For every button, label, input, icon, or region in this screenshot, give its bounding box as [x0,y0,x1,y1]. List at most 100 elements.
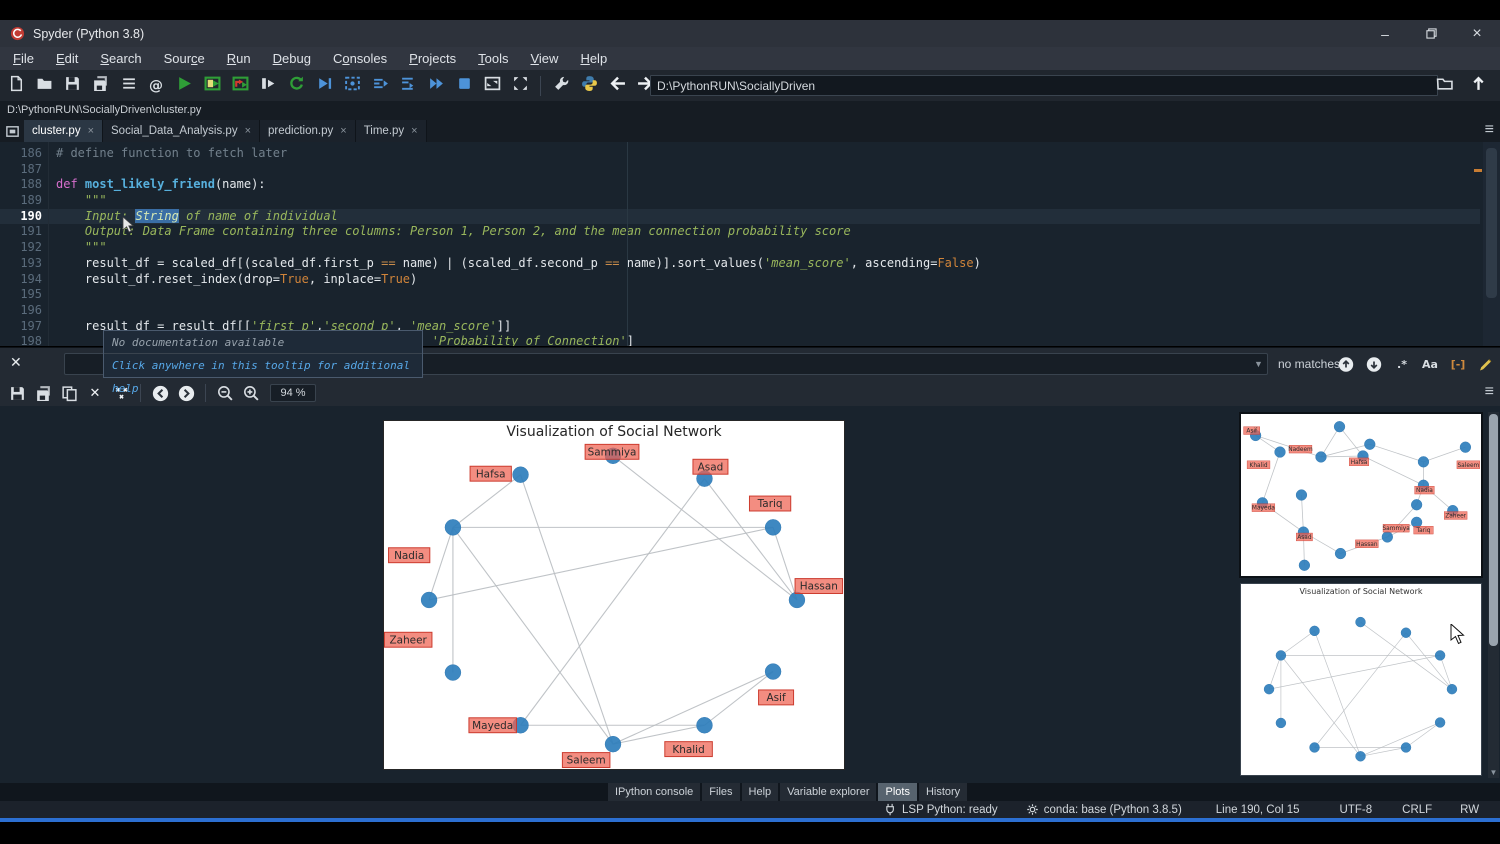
tab-label: Time.py [364,120,404,142]
menu-source[interactable]: Source [153,47,216,70]
menu-view[interactable]: View [519,47,569,70]
close-button[interactable]: × [1454,20,1500,47]
rerun-cell-button[interactable] [284,74,308,98]
python-path-button[interactable] [577,74,601,98]
code-line-190[interactable]: 190 Input: String of name of individual [0,209,1480,225]
browse-tabs-icon[interactable] [0,120,24,142]
new-file-button[interactable] [4,74,28,98]
plots-options-menu-icon[interactable]: ≡ [1485,383,1494,401]
remove-plot-button[interactable]: ✕ [82,383,108,403]
fullscreen-button[interactable] [508,74,532,98]
close-tab-icon[interactable]: × [340,120,346,142]
highlight-matches-button[interactable] [1478,356,1494,372]
code-line-191[interactable]: 191 Output: Data Frame containing three … [0,224,1480,240]
code-line-186[interactable]: 186# define function to fetch later [0,146,1480,162]
editor-tab-Time.py[interactable]: Time.py × [356,120,427,142]
scroll-down-icon[interactable]: ▼ [1488,768,1499,777]
pane-tab-help[interactable]: Help [742,783,779,801]
thumbnails-scrollbar[interactable]: ▼ [1488,412,1499,778]
browse-directory-icon [1436,75,1453,97]
next-plot-button[interactable] [173,383,199,403]
step-over-button[interactable] [368,74,392,98]
column-guide [627,142,628,346]
menu-help[interactable]: Help [569,47,618,70]
save-plot-button[interactable] [4,383,30,403]
find-next-button[interactable] [1366,356,1382,372]
preferences-button[interactable] [549,74,573,98]
save-all-button[interactable] [88,74,112,98]
pane-tab-history[interactable]: History [919,783,967,801]
code-line-192[interactable]: 192 """ [0,240,1480,256]
step-into-button[interactable] [396,74,420,98]
code-line-193[interactable]: 193 result_df = scaled_df[(scaled_df.fir… [0,256,1480,272]
editor-options-menu-icon[interactable]: ≡ [1485,121,1494,139]
zoom-out-button[interactable] [212,383,238,403]
status-bar: LSP Python: readyconda: base (Python 3.8… [0,801,1500,818]
debug-file-button[interactable] [312,74,336,98]
maximize-pane-button[interactable] [480,74,504,98]
menu-run[interactable]: Run [216,47,262,70]
symbol-finder-button[interactable]: @ [144,74,168,98]
code-editor[interactable]: 186# define function to fetch later18718… [0,142,1500,346]
plot-zoom-input[interactable] [270,384,316,402]
pane-tab-variable-explorer[interactable]: Variable explorer [780,783,876,801]
line-text: Input: String of name of individual [56,209,338,225]
working-directory-input[interactable] [650,75,1438,96]
pane-tab-ipython-console[interactable]: IPython console [608,783,700,801]
menu-tools[interactable]: Tools [467,47,519,70]
close-find-icon[interactable]: ✕ [10,355,22,371]
minimize-button[interactable]: – [1362,20,1408,47]
code-line-187[interactable]: 187 [0,162,1480,178]
menu-edit[interactable]: Edit [45,47,89,70]
restore-button[interactable] [1408,20,1454,47]
case-sensitive-button[interactable]: Aa [1422,356,1438,372]
editor-tab-prediction.py[interactable]: prediction.py× [260,120,356,142]
plot-thumbnail-1[interactable]: AsifNadeemKhalidHafsaSaleemNadiaMayedaZa… [1239,412,1483,578]
back-button[interactable] [605,74,629,98]
close-tab-icon[interactable]: × [88,120,94,142]
find-previous-button[interactable] [1338,356,1354,372]
zoom-in-button[interactable] [238,383,264,403]
browse-directory-button[interactable] [1432,74,1456,98]
run-selection-button[interactable] [256,74,280,98]
run-cell-button[interactable] [200,74,224,98]
line-number: 190 [0,209,42,225]
plot-thumbnail-2[interactable]: Visualization of Social Network [1240,583,1482,776]
run-file-button[interactable] [172,74,196,98]
code-line-188[interactable]: 188def most_likely_friend(name): [0,177,1480,193]
previous-plot-button[interactable] [147,383,173,403]
parent-directory-button[interactable] [1466,74,1490,98]
close-tab-icon[interactable]: × [245,120,251,142]
editor-tab-Social_Data_Analysis.py[interactable]: Social_Data_Analysis.py× [103,120,260,142]
code-line-189[interactable]: 189 """ [0,193,1480,209]
run-cell-advance-button[interactable] [228,74,252,98]
editor-scrollbar[interactable] [1483,142,1500,346]
save-button[interactable] [60,74,84,98]
line-text: result_df.reset_index(drop=True, inplace… [56,272,417,288]
continue-button[interactable] [424,74,448,98]
whole-words-button[interactable]: [-] [1450,356,1466,372]
debug-cell-button[interactable] [340,74,364,98]
mouse-cursor-editor [122,217,136,235]
menu-consoles[interactable]: Consoles [322,47,398,70]
code-line-195[interactable]: 195 [0,287,1480,303]
regex-button[interactable]: .* [1394,356,1410,372]
stop-button[interactable] [452,74,476,98]
editor-tab-cluster.py[interactable]: cluster.py× [24,120,103,142]
pane-tab-plots[interactable]: Plots [878,783,916,801]
file-switcher-button[interactable] [116,74,140,98]
chevron-down-icon[interactable]: ▼ [1254,359,1263,369]
code-line-196[interactable]: 196 [0,303,1480,319]
close-tab-icon[interactable]: × [411,120,417,142]
code-line-194[interactable]: 194 result_df.reset_index(drop=True, inp… [0,272,1480,288]
menu-projects[interactable]: Projects [398,47,467,70]
pane-tab-files[interactable]: Files [702,783,739,801]
documentation-tooltip[interactable]: No documentation available Click anywher… [103,330,423,378]
open-file-button[interactable] [32,74,56,98]
menu-file[interactable]: File [2,47,45,70]
save-all-plots-button[interactable] [30,383,56,403]
debug-cell-icon [344,75,361,97]
menu-debug[interactable]: Debug [262,47,322,70]
menu-search[interactable]: Search [89,47,152,70]
copy-plot-button[interactable] [56,383,82,403]
